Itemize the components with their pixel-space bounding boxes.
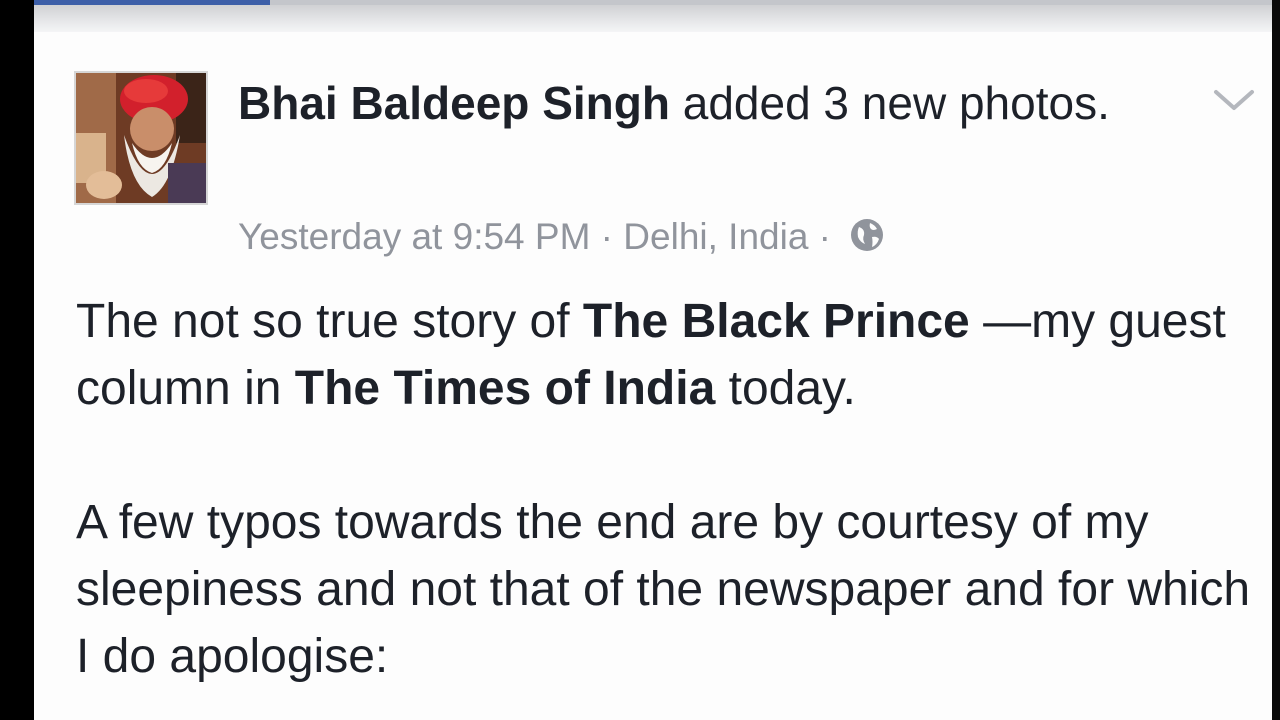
post-paragraph: A few typos towards the end are by court…: [76, 496, 1251, 683]
author-name-link[interactable]: Bhai Baldeep Singh: [238, 77, 670, 129]
post-body: The not so true story of The Black Princ…: [76, 288, 1266, 690]
post-text: The not so true story of: [76, 295, 583, 348]
post-text: today.: [715, 362, 856, 415]
right-edge: [1272, 0, 1280, 720]
post-paragraph: The not so true story of The Black Princ…: [76, 288, 1266, 422]
avatar[interactable]: [74, 71, 208, 205]
post-bold-text: The Times of India: [294, 362, 716, 415]
post-header: Bhai Baldeep Singh added 3 new photos.: [238, 70, 1138, 136]
globe-icon[interactable]: [849, 216, 885, 266]
chevron-down-icon[interactable]: [1210, 82, 1258, 118]
post-meta: Yesterday at 9:54 PM · Delhi, India ·: [238, 212, 885, 266]
location-link[interactable]: Delhi, India: [623, 216, 808, 257]
meta-separator: ·: [590, 216, 624, 257]
post-bold-text: The Black Prince: [582, 295, 970, 348]
meta-separator: ·: [808, 216, 842, 257]
timestamp-link[interactable]: Yesterday at 9:54 PM: [238, 216, 590, 257]
avatar-photo: [76, 73, 206, 203]
post-action-text: added 3 new photos.: [669, 77, 1110, 129]
loading-bar-fill: [34, 0, 270, 5]
